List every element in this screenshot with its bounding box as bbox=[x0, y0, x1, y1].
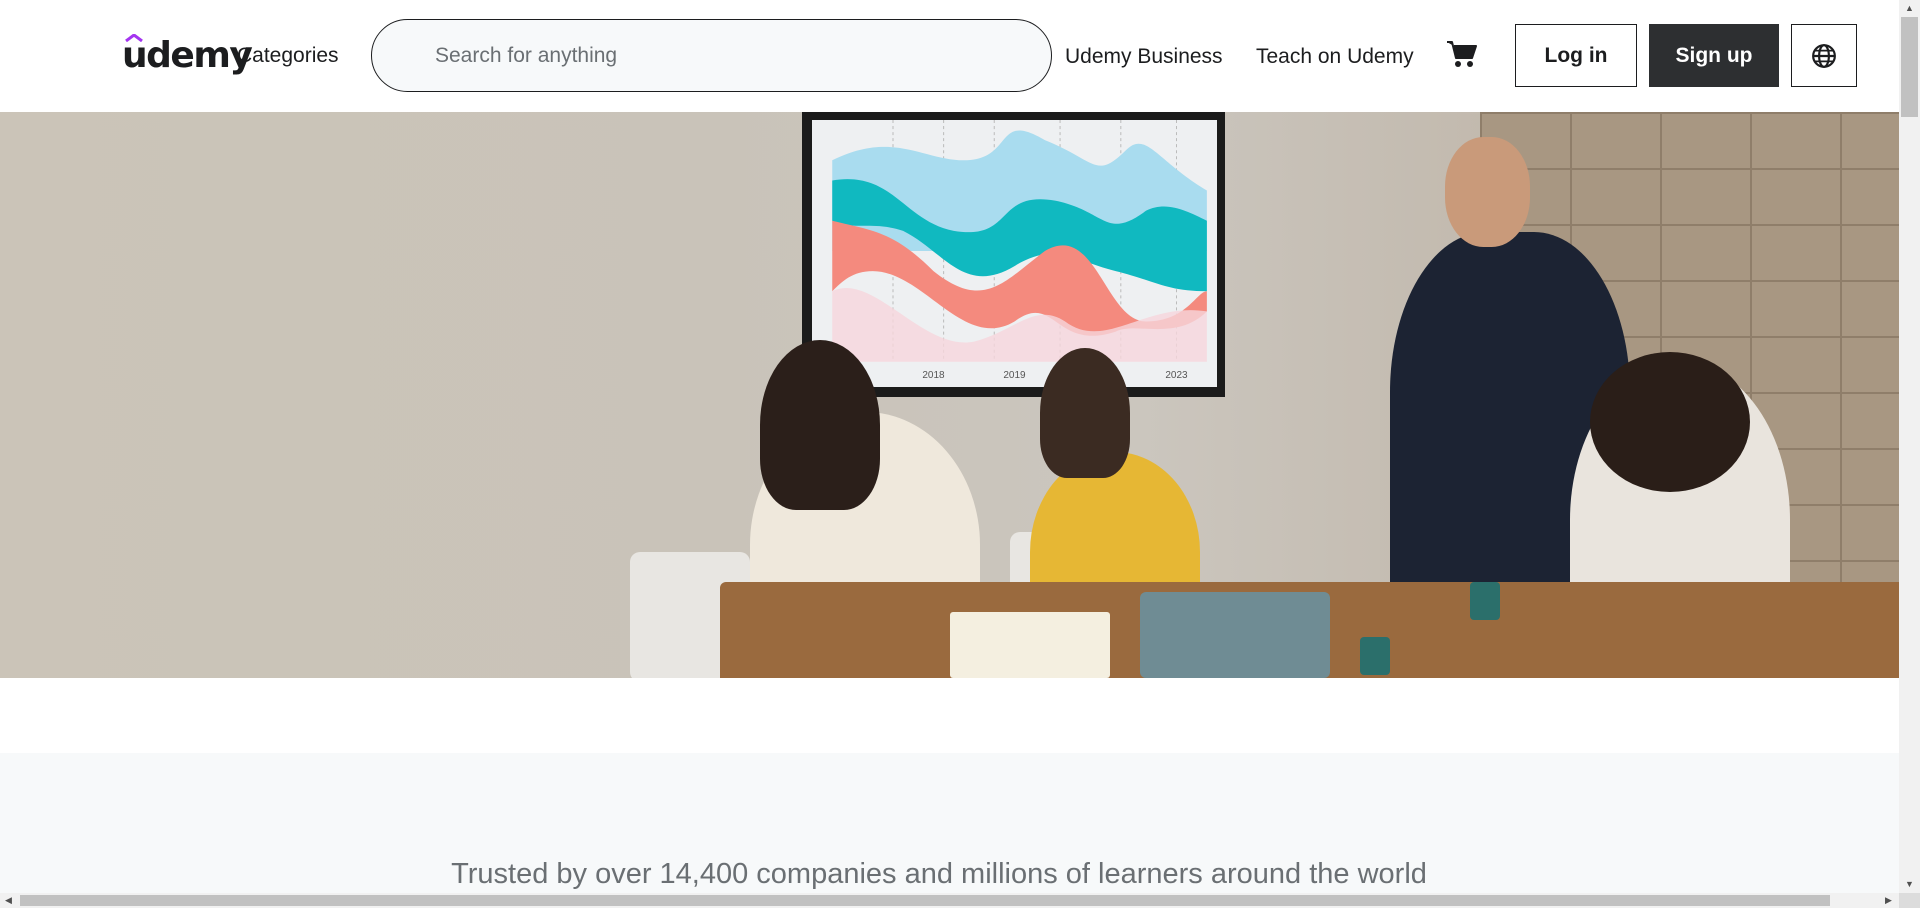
signup-button[interactable]: Sign up bbox=[1649, 24, 1779, 87]
horizontal-scrollbar[interactable]: ◀ ▶ bbox=[0, 893, 1899, 908]
horizontal-scroll-thumb[interactable] bbox=[20, 895, 1830, 906]
udemy-business-link[interactable]: Udemy Business bbox=[1065, 45, 1223, 69]
login-button[interactable]: Log in bbox=[1515, 24, 1637, 87]
language-button[interactable] bbox=[1791, 24, 1857, 87]
trusted-heading: Trusted by over 14,400 companies and mil… bbox=[451, 858, 1427, 890]
year-label: 2018 bbox=[922, 370, 945, 381]
trusted-section: Trusted by over 14,400 companies and mil… bbox=[0, 753, 1899, 893]
person-hair bbox=[1040, 348, 1130, 478]
logo-hat-icon bbox=[125, 34, 143, 42]
categories-menu[interactable]: Categories bbox=[237, 44, 339, 68]
person-head bbox=[1445, 137, 1530, 247]
display-chart-years: 2017 2018 2019 2022 2023 bbox=[812, 370, 1217, 381]
wall-display: 2017 2018 2019 2022 2023 bbox=[802, 112, 1225, 397]
scroll-down-arrow-icon[interactable]: ▼ bbox=[1899, 876, 1920, 893]
year-label: 2023 bbox=[1165, 370, 1188, 381]
search-bar[interactable] bbox=[371, 19, 1052, 92]
top-header: udemy Categories Udemy Business Teach on… bbox=[0, 0, 1898, 112]
person-hair bbox=[760, 340, 880, 510]
laptop bbox=[1140, 592, 1330, 678]
scrollbar-corner bbox=[1899, 893, 1920, 908]
logo-text: udemy bbox=[122, 34, 253, 76]
cart-icon[interactable] bbox=[1446, 38, 1478, 70]
mug bbox=[1470, 582, 1500, 620]
globe-icon bbox=[1812, 43, 1836, 68]
hero-banner-image: 2017 2018 2019 2022 2023 bbox=[0, 112, 1899, 678]
mug bbox=[1360, 637, 1390, 675]
section-spacer bbox=[0, 678, 1899, 753]
udemy-logo[interactable]: udemy bbox=[122, 30, 253, 76]
notebook bbox=[950, 612, 1110, 678]
year-label: 2019 bbox=[1003, 370, 1026, 381]
scroll-up-arrow-icon[interactable]: ▲ bbox=[1899, 0, 1920, 17]
teach-on-udemy-link[interactable]: Teach on Udemy bbox=[1256, 45, 1414, 69]
display-chart: 2017 2018 2019 2022 2023 bbox=[812, 120, 1217, 387]
vertical-scrollbar[interactable]: ▲ ▼ bbox=[1899, 0, 1920, 893]
scroll-left-arrow-icon[interactable]: ◀ bbox=[0, 893, 17, 908]
search-input[interactable] bbox=[435, 43, 1051, 68]
page: udemy Categories Udemy Business Teach on… bbox=[0, 0, 1920, 908]
scroll-right-arrow-icon[interactable]: ▶ bbox=[1880, 893, 1897, 908]
person-hair bbox=[1590, 352, 1750, 492]
vertical-scroll-thumb[interactable] bbox=[1901, 17, 1918, 117]
